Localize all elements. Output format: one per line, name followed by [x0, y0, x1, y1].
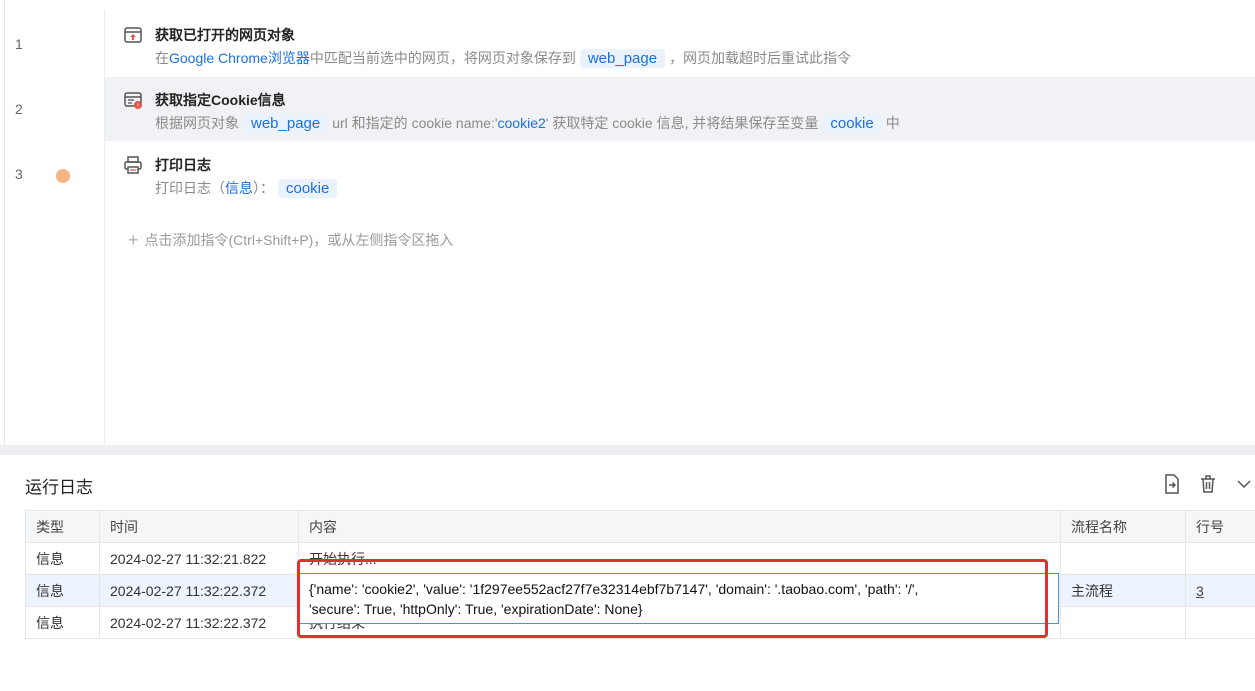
cell-flow [1060, 606, 1186, 639]
command-title: 获取已打开的网页对象 [155, 27, 295, 43]
cell-type: 信息 [25, 606, 100, 639]
breakpoint-dot[interactable] [56, 169, 70, 183]
column-header-flow[interactable]: 流程名称 [1060, 510, 1186, 543]
cell-time: 2024-02-27 11:32:22.372 [99, 574, 299, 607]
variable-tag[interactable]: web_page [243, 113, 329, 133]
add-command-hint[interactable]: + 点击添加指令(Ctrl+Shift+P)，或从左侧指令区拖入 [128, 229, 453, 250]
cell-flow [1060, 542, 1186, 575]
printer-icon [123, 155, 143, 175]
variable-tag[interactable]: web_page [579, 48, 666, 68]
cell-time: 2024-02-27 11:32:21.822 [99, 542, 299, 575]
column-header-time[interactable]: 时间 [99, 510, 299, 543]
command-row-2[interactable]: 2 ! 获取指定Cookie信息 根据网页对象 web_page url 和指定的 … [0, 77, 1255, 141]
line-number: 1 [15, 36, 23, 52]
cell-line [1185, 542, 1255, 575]
column-header-type[interactable]: 类型 [25, 510, 100, 543]
command-description: 根据网页对象 web_page url 和指定的 cookie name:' cook… [155, 113, 900, 133]
trash-icon[interactable] [1197, 473, 1219, 495]
flow-editor: 1 获取已打开的网页对象 在 Google Chrome浏览器 中匹配当前选中的网页… [0, 0, 1255, 445]
table-header-row: 类型 时间 内容 流程名称 行号 [25, 510, 1255, 543]
command-row-1[interactable]: 1 获取已打开的网页对象 在 Google Chrome浏览器 中匹配当前选中的网页… [0, 12, 1255, 76]
command-description: 在 Google Chrome浏览器 中匹配当前选中的网页，将网页对象保存到 web_… [155, 48, 852, 68]
column-header-content[interactable]: 内容 [298, 510, 1061, 543]
column-header-line[interactable]: 行号 [1185, 510, 1255, 543]
panel-divider[interactable] [0, 445, 1255, 455]
variable-tag[interactable]: cookie [822, 113, 882, 133]
cell-type: 信息 [25, 574, 100, 607]
panel-title: 运行日志 [25, 478, 93, 497]
cell-type: 信息 [25, 542, 100, 575]
command-block[interactable]: 打印日志 打印日志（ 信息）： cookie [105, 142, 1255, 206]
command-description: 打印日志（ 信息）： cookie [155, 178, 341, 198]
export-icon[interactable] [1161, 473, 1183, 495]
cookie-window-icon: ! [123, 90, 143, 110]
cell-line [1185, 606, 1255, 639]
plus-icon: + [128, 230, 139, 250]
log-toolbar [1161, 473, 1255, 495]
chevron-down-icon[interactable] [1233, 473, 1255, 495]
line-number: 2 [15, 101, 23, 117]
command-title: 打印日志 [155, 157, 211, 173]
cell-line[interactable]: 3 [1185, 574, 1255, 607]
svg-text:!: ! [137, 103, 139, 110]
command-block[interactable]: ! 获取指定Cookie信息 根据网页对象 web_page url 和指定的 co… [105, 77, 1255, 141]
command-block[interactable]: 获取已打开的网页对象 在 Google Chrome浏览器 中匹配当前选中的网页，将… [105, 12, 1255, 76]
cell-flow: 主流程 [1060, 574, 1186, 607]
line-link[interactable]: 3 [1196, 583, 1204, 599]
variable-tag[interactable]: cookie [278, 178, 338, 198]
command-row-3[interactable]: 3 打印日志 打印日志（ 信息）： cookie [0, 142, 1255, 206]
highlight-annotation-box [297, 559, 1048, 638]
line-number: 3 [15, 166, 23, 182]
browser-window-icon [123, 25, 143, 45]
command-title: 获取指定Cookie信息 [155, 92, 286, 108]
cell-time: 2024-02-27 11:32:22.372 [99, 606, 299, 639]
